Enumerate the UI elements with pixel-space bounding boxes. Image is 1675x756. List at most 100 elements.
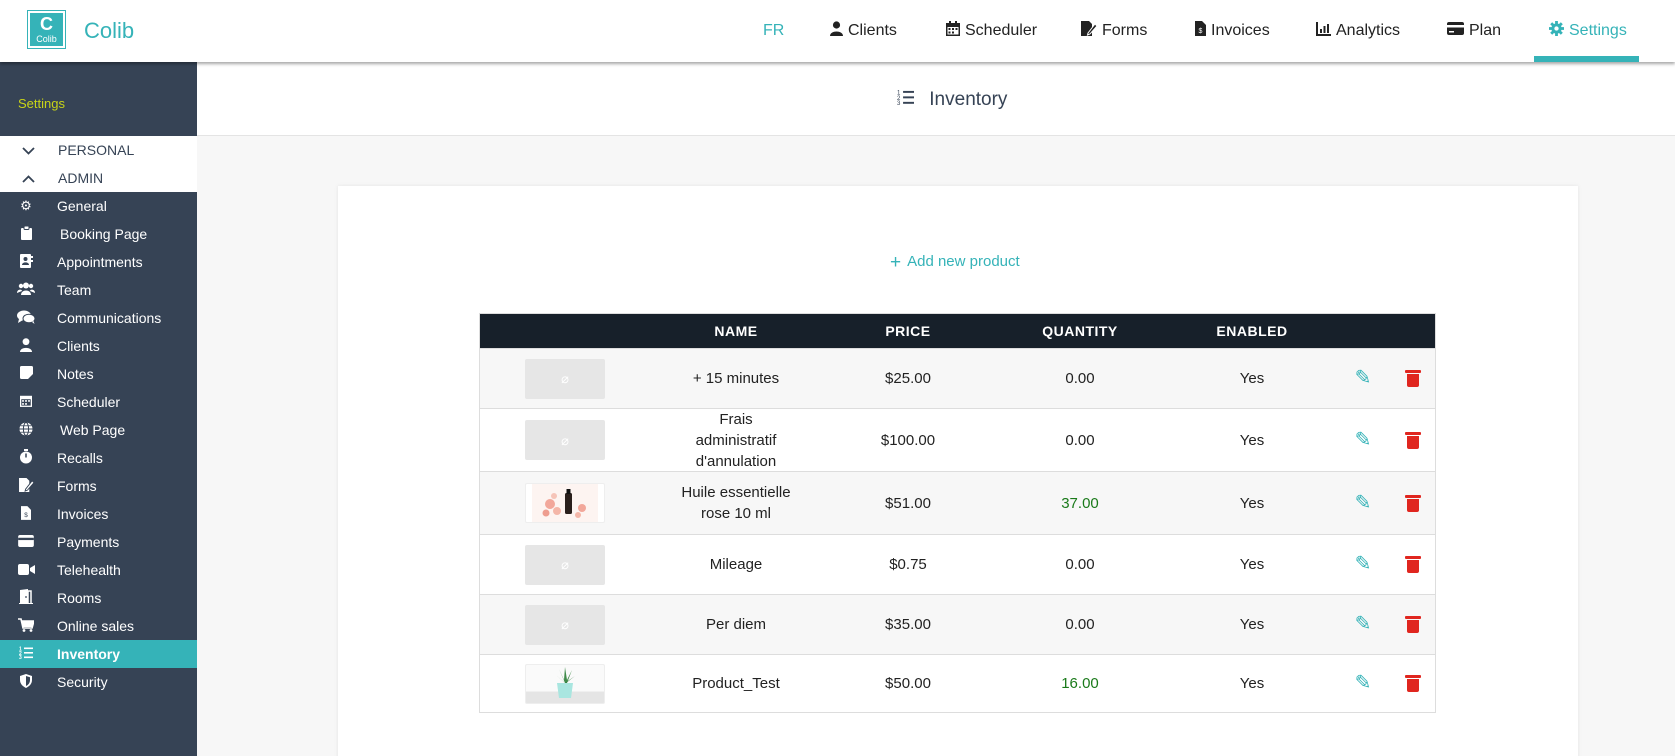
sidebar-item-communications[interactable]: Communications bbox=[0, 304, 197, 332]
globe-icon bbox=[17, 421, 35, 439]
sidebar-item-payments[interactable]: Payments bbox=[0, 528, 197, 556]
clipboard-icon bbox=[17, 225, 35, 243]
calendar-icon bbox=[17, 394, 35, 410]
sidebar-item-appointments[interactable]: Appointments bbox=[0, 248, 197, 276]
nav-settings[interactable]: Settings bbox=[1549, 0, 1627, 62]
delete-button[interactable] bbox=[1388, 655, 1438, 712]
brand-name[interactable]: Colib bbox=[84, 18, 134, 44]
nav-invoices-label: Invoices bbox=[1211, 22, 1270, 39]
edit-button[interactable]: ✎ bbox=[1338, 472, 1388, 534]
nav-clients[interactable]: Clients bbox=[830, 0, 897, 62]
product-enabled: Yes bbox=[1239, 556, 1265, 573]
sidebar-item-label: General bbox=[57, 198, 107, 214]
nav-invoices[interactable]: $ Invoices bbox=[1195, 0, 1270, 62]
sidebar-item-label: Web Page bbox=[60, 422, 126, 438]
form-icon bbox=[1081, 21, 1098, 41]
logo-text: Colib bbox=[36, 34, 57, 44]
list-ordered-icon: 123 bbox=[17, 646, 35, 662]
product-price: $100.00 bbox=[880, 431, 936, 449]
nav-clients-label: Clients bbox=[848, 22, 897, 39]
product-enabled: Yes bbox=[1239, 431, 1265, 449]
sidebar-item-general[interactable]: ⚙ General bbox=[0, 192, 197, 220]
delete-button[interactable] bbox=[1388, 349, 1438, 408]
rose-oil-photo bbox=[532, 484, 598, 522]
product-quantity: 37.00 bbox=[1061, 494, 1099, 512]
product-enabled: Yes bbox=[1239, 675, 1265, 692]
product-name: Frais administratif d'annulation bbox=[695, 410, 777, 470]
no-image-placeholder: ⌀ bbox=[525, 358, 605, 399]
sidebar-item-recalls[interactable]: Recalls bbox=[0, 444, 197, 472]
sidebar-item-label: Payments bbox=[57, 534, 120, 550]
product-quantity: 0.00 bbox=[1065, 370, 1095, 387]
video-icon bbox=[17, 563, 35, 578]
delete-button[interactable] bbox=[1388, 472, 1438, 534]
col-header-name[interactable]: NAME bbox=[650, 314, 822, 348]
colib-logo[interactable]: C Colib bbox=[27, 10, 66, 49]
inventory-card: + Add new product NAME PRICE QUANTITY ENA… bbox=[338, 186, 1578, 756]
trash-icon bbox=[1405, 370, 1421, 387]
top-navbar: C Colib Colib FR Clients Scheduler Forms… bbox=[0, 0, 1675, 62]
edit-button[interactable]: ✎ bbox=[1338, 349, 1388, 408]
sidebar-item-label: Rooms bbox=[57, 590, 102, 606]
table-row: Product_Test $50.00 16.00 Yes ✎ bbox=[480, 654, 1435, 712]
address-book-icon bbox=[17, 253, 35, 271]
sidebar-section-admin[interactable]: ADMIN bbox=[0, 164, 197, 192]
nav-forms-label: Forms bbox=[1102, 22, 1148, 39]
trash-icon bbox=[1405, 494, 1421, 512]
nav-forms[interactable]: Forms bbox=[1081, 0, 1147, 62]
nav-analytics[interactable]: Analytics bbox=[1316, 0, 1400, 62]
nav-scheduler[interactable]: Scheduler bbox=[946, 0, 1037, 62]
edit-button[interactable]: ✎ bbox=[1338, 595, 1388, 654]
chevron-up-icon bbox=[16, 171, 40, 186]
sidebar-item-booking-page[interactable]: Booking Page bbox=[0, 220, 197, 248]
product-price: $35.00 bbox=[885, 616, 931, 633]
sidebar-item-online-sales[interactable]: Online sales bbox=[0, 612, 197, 640]
edit-button[interactable]: ✎ bbox=[1338, 535, 1388, 594]
trash-icon bbox=[1405, 556, 1421, 573]
sidebar-item-team[interactable]: Team bbox=[0, 276, 197, 304]
edit-button[interactable]: ✎ bbox=[1338, 655, 1388, 712]
product-name: Mileage bbox=[709, 556, 763, 573]
product-quantity: 0.00 bbox=[1065, 616, 1095, 633]
language-toggle[interactable]: FR bbox=[763, 0, 784, 62]
sidebar-section-personal[interactable]: PERSONAL bbox=[0, 136, 197, 164]
active-tab-indicator bbox=[1534, 56, 1639, 62]
sidebar-item-invoices[interactable]: $ Invoices bbox=[0, 500, 197, 528]
sidebar-item-rooms[interactable]: Rooms bbox=[0, 584, 197, 612]
camera-slash-icon: ⌀ bbox=[561, 557, 569, 572]
product-quantity: 16.00 bbox=[1061, 675, 1099, 692]
sidebar-item-telehealth[interactable]: Telehealth bbox=[0, 556, 197, 584]
edit-button[interactable]: ✎ bbox=[1338, 409, 1388, 471]
add-new-product-button[interactable]: + Add new product bbox=[890, 252, 1020, 274]
col-header-quantity[interactable]: QUANTITY bbox=[994, 314, 1166, 348]
sidebar-item-label: Telehealth bbox=[57, 562, 121, 578]
product-enabled: Yes bbox=[1239, 370, 1265, 387]
table-row: ⌀ + 15 minutes $25.00 0.00 Yes ✎ bbox=[480, 348, 1435, 408]
sidebar-title: Settings bbox=[18, 96, 65, 111]
delete-button[interactable] bbox=[1388, 535, 1438, 594]
col-header-price[interactable]: PRICE bbox=[822, 314, 994, 348]
sidebar-item-clients[interactable]: Clients bbox=[0, 332, 197, 360]
sidebar-item-web-page[interactable]: Web Page bbox=[0, 416, 197, 444]
table-row: Huile essentielle rose 10 ml $51.00 37.0… bbox=[480, 471, 1435, 534]
product-name: + 15 minutes bbox=[692, 370, 780, 387]
gear-icon: ⚙ bbox=[20, 198, 32, 213]
sidebar-item-label: Notes bbox=[57, 366, 94, 382]
page-title: 123 Inventory bbox=[897, 89, 1007, 111]
delete-button[interactable] bbox=[1388, 409, 1438, 471]
sidebar-item-label: Security bbox=[57, 674, 108, 690]
nav-analytics-label: Analytics bbox=[1336, 22, 1401, 39]
col-header-enabled[interactable]: ENABLED bbox=[1166, 314, 1338, 348]
sidebar-item-scheduler[interactable]: Scheduler bbox=[0, 388, 197, 416]
sidebar-item-label: Recalls bbox=[57, 450, 103, 466]
sidebar-item-notes[interactable]: Notes bbox=[0, 360, 197, 388]
nav-plan[interactable]: Plan bbox=[1447, 0, 1501, 62]
pencil-icon: ✎ bbox=[1354, 428, 1372, 451]
delete-button[interactable] bbox=[1388, 595, 1438, 654]
sidebar-item-inventory[interactable]: 123 Inventory bbox=[0, 640, 197, 668]
add-new-product-label: Add new product bbox=[907, 253, 1020, 270]
chevron-down-icon bbox=[16, 143, 40, 158]
sidebar-item-forms[interactable]: Forms bbox=[0, 472, 197, 500]
invoice-icon: $ bbox=[17, 505, 35, 523]
sidebar-item-security[interactable]: Security bbox=[0, 668, 197, 696]
